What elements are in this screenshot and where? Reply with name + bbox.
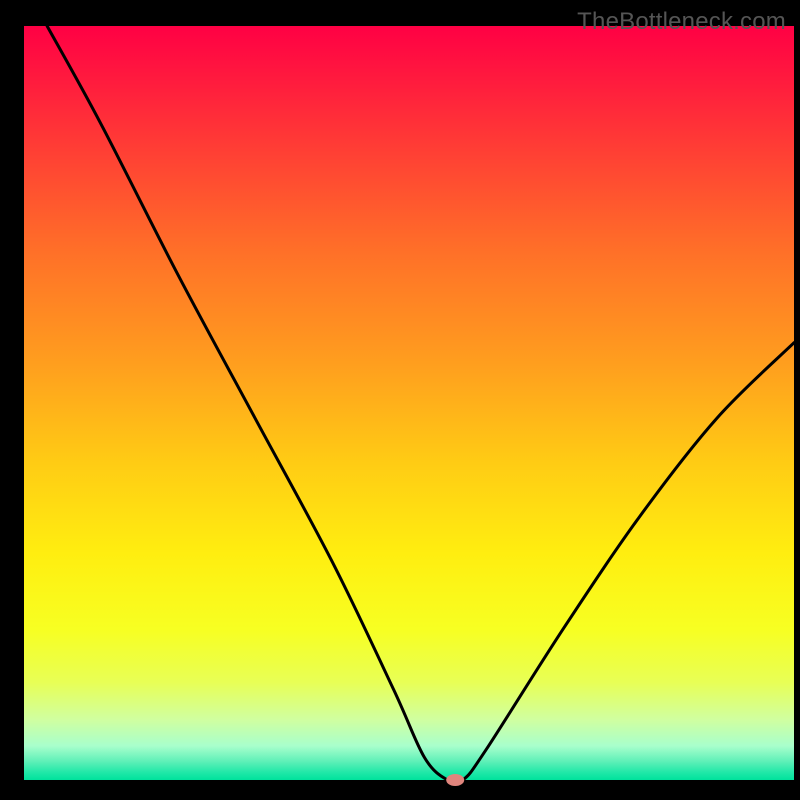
bottleneck-chart — [0, 0, 800, 800]
watermark: TheBottleneck.com — [577, 8, 786, 36]
chart-container: TheBottleneck.com — [0, 0, 800, 800]
plot-background — [24, 26, 794, 780]
sweet-spot-marker — [446, 774, 464, 786]
